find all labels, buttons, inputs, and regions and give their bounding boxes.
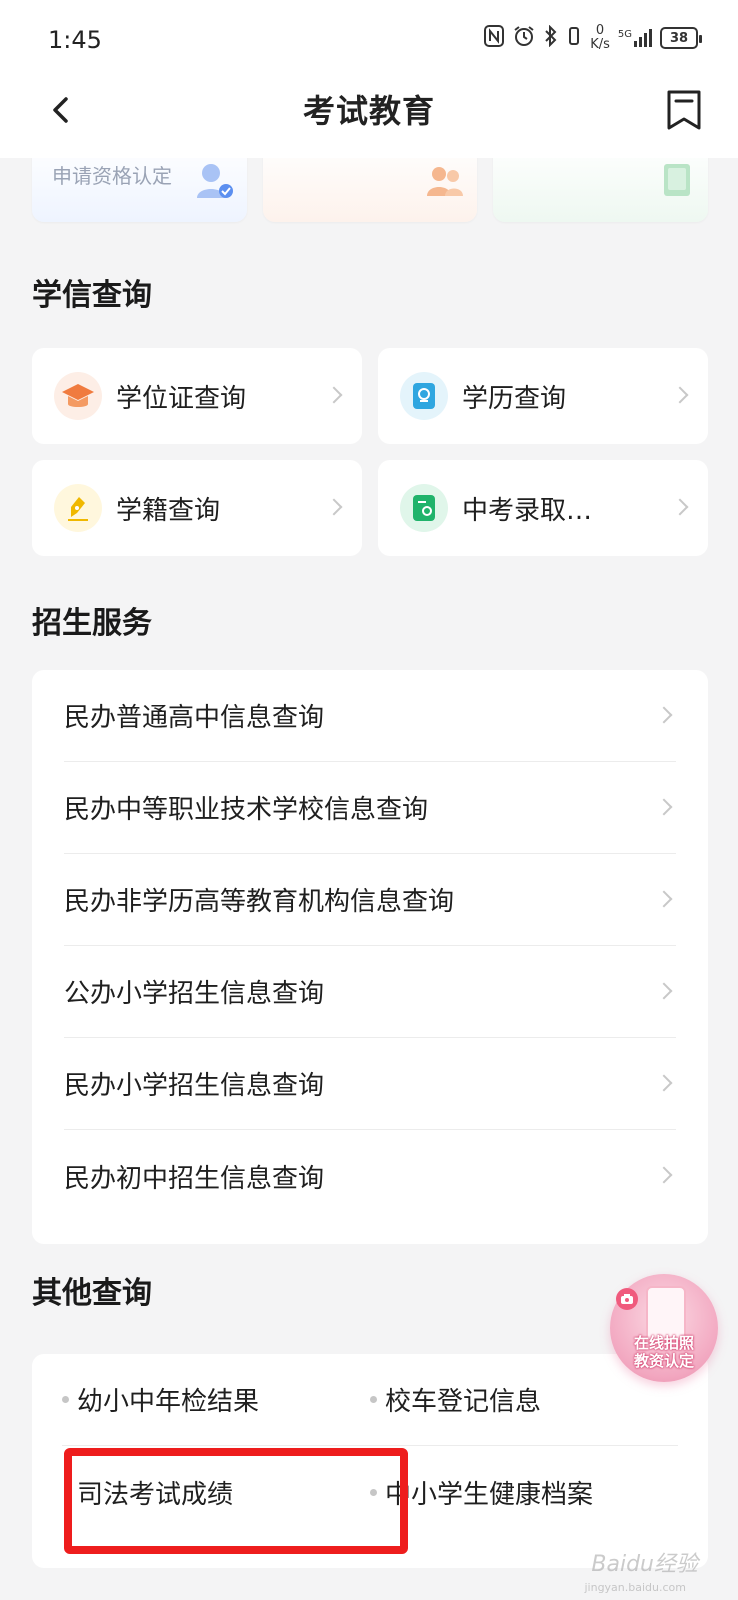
other-item-label: 校车登记信息 (385, 1387, 542, 1417)
header: 考试教育 (0, 72, 738, 152)
list-item-label: 民办普通高中信息查询 (64, 703, 325, 733)
bluetooth-icon (544, 24, 558, 52)
other-item-health-record[interactable]: 中小学生健康档案 (370, 1474, 678, 1511)
list-item[interactable]: 民办初中招生信息查询 (64, 1130, 676, 1222)
other-item-label: 中小学生健康档案 (385, 1479, 594, 1510)
zhaosheng-list: 民办普通高中信息查询 民办中等职业技术学校信息查询 民办非学历高等教育机构信息查… (32, 670, 708, 1244)
page-title: 考试教育 (302, 92, 435, 130)
xuexin-item-education[interactable]: 学历查询 (378, 348, 708, 444)
list-item-label: 民办初中招生信息查询 (64, 1163, 325, 1194)
section-title-other: 其他查询 (32, 1276, 152, 1311)
status-bar: 1:45 0 K/s 5G 38 (0, 0, 738, 80)
chevron-right-icon (658, 1074, 672, 1094)
chevron-right-icon (328, 498, 342, 518)
xuexin-grid: 学位证查询 学历查询 学籍查询 中考录取… (32, 348, 708, 556)
battery-level: 38 (669, 30, 689, 46)
alarm-icon (512, 25, 536, 52)
chevron-right-icon (658, 798, 672, 818)
pen-icon (54, 484, 102, 532)
promo-card-label: 申请资格认定 (52, 164, 172, 188)
floating-badge-line1: 在线拍照 (633, 1334, 694, 1352)
list-item[interactable]: 公办小学招生信息查询 (64, 946, 676, 1038)
highlight-box (64, 1448, 408, 1554)
chevron-right-icon (658, 982, 672, 1002)
other-item-label: 幼小中年检结果 (77, 1387, 260, 1417)
bookmark-icon[interactable] (660, 84, 708, 136)
xuexin-item-label: 学籍查询 (116, 495, 221, 526)
section-title-xuexin: 学信查询 (32, 278, 152, 313)
graduation-cap-icon (54, 372, 102, 420)
chevron-right-icon (658, 890, 672, 910)
status-icons: 0 K/s 5G 38 (484, 24, 702, 52)
status-time: 1:45 (48, 26, 102, 54)
battery-icon: 38 (660, 27, 702, 49)
bullet-dot (62, 1396, 69, 1403)
xuexin-item-degree[interactable]: 学位证查询 (32, 348, 362, 444)
certificate-icon (400, 372, 448, 420)
net-speed-unit: K/s (590, 37, 610, 52)
xuexin-item-status[interactable]: 学籍查询 (32, 460, 362, 556)
vibrate-icon (566, 25, 582, 52)
list-item-label: 公办小学招生信息查询 (64, 979, 325, 1009)
network-type: 5G (617, 29, 632, 40)
person-check-icon (195, 160, 235, 204)
list-item[interactable]: 民办非学历高等教育机构信息查询 (64, 854, 676, 946)
section-title-zhaosheng: 招生服务 (32, 606, 152, 641)
list-item[interactable]: 民办小学招生信息查询 (64, 1038, 676, 1130)
signal-icon: 5G (618, 29, 652, 47)
chevron-right-icon (658, 1166, 672, 1186)
chevron-right-icon (658, 706, 672, 726)
book-icon (660, 160, 696, 204)
other-item-school-bus[interactable]: 校车登记信息 (370, 1381, 678, 1418)
floating-badge-text: 在线拍照 教资认定 (610, 1334, 718, 1370)
list-item-label: 民办非学历高等教育机构信息查询 (64, 887, 455, 917)
xuexin-item-label: 学位证查询 (116, 383, 247, 414)
chevron-right-icon (328, 386, 342, 406)
group-icon (425, 160, 465, 204)
camera-icon (616, 1288, 638, 1310)
watermark: Baidu经验 (591, 1552, 698, 1577)
floating-badge-line2: 教资认定 (633, 1352, 694, 1370)
document-person-icon (400, 484, 448, 532)
other-row: 幼小中年检结果 校车登记信息 (62, 1354, 678, 1446)
top-bar: 1:45 0 K/s 5G 38 考试教育 (0, 0, 738, 158)
watermark-sub: jingyan.baidu.com (584, 1581, 686, 1594)
xuexin-item-label: 中考录取… (462, 495, 593, 526)
network-speed: 0 K/s (590, 24, 610, 52)
list-item[interactable]: 民办普通高中信息查询 (64, 670, 676, 762)
other-item-annual-check[interactable]: 幼小中年检结果 (62, 1381, 370, 1418)
bullet-dot (370, 1396, 377, 1403)
xuexin-item-label: 学历查询 (462, 383, 567, 414)
xuexin-item-zhongkao[interactable]: 中考录取… (378, 460, 708, 556)
nfc-icon (484, 24, 505, 52)
net-speed-value: 0 (595, 23, 605, 38)
list-item-label: 民办小学招生信息查询 (64, 1071, 325, 1101)
chevron-right-icon (674, 386, 688, 406)
list-item-label: 民办中等职业技术学校信息查询 (64, 795, 429, 825)
chevron-right-icon (674, 498, 688, 518)
list-item[interactable]: 民办中等职业技术学校信息查询 (64, 762, 676, 854)
